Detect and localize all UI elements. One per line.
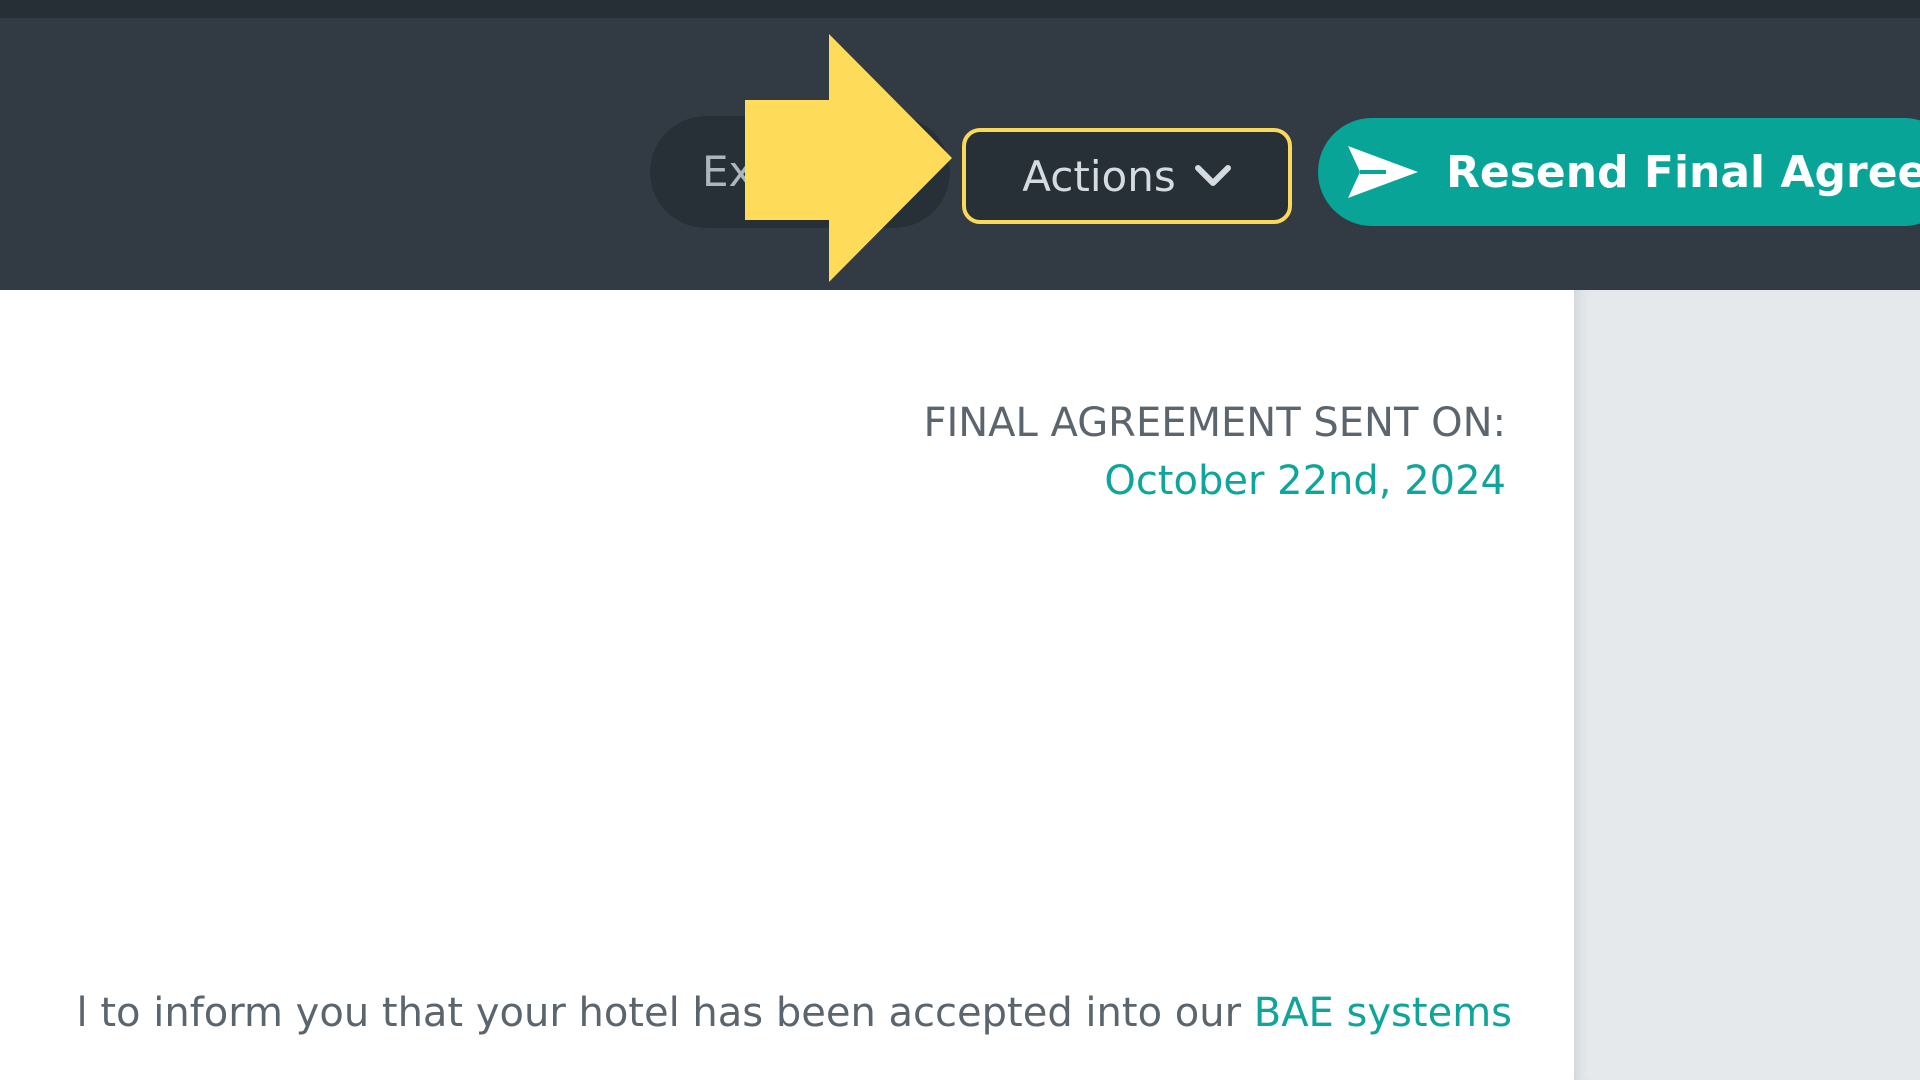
chevron-down-icon [1194,165,1231,186]
program-link[interactable]: BAE systems [1254,990,1512,1036]
top-bar [0,0,1920,18]
resend-button-label: Resend Final Agreemen [1446,146,1920,198]
document-paragraph: l to inform you that your hotel has been… [0,990,1512,1036]
final-agreement-sent-date: October 22nd, 2024 [1104,458,1506,504]
final-agreement-sent-label: FINAL AGREEMENT SENT ON: [923,400,1506,446]
send-icon [1348,146,1418,198]
actions-button-label: Actions [1022,151,1176,201]
toolbar: Ex Actions Resend Final Agreemen [0,18,1920,290]
right-arrow-icon [745,34,952,282]
actions-dropdown-button[interactable]: Actions [962,128,1292,224]
right-side-panel [1574,290,1920,1080]
document-panel: FINAL AGREEMENT SENT ON: October 22nd, 2… [0,290,1574,1080]
resend-final-agreement-button[interactable]: Resend Final Agreemen [1318,118,1920,226]
paragraph-text: l to inform you that your hotel has been… [76,990,1254,1036]
